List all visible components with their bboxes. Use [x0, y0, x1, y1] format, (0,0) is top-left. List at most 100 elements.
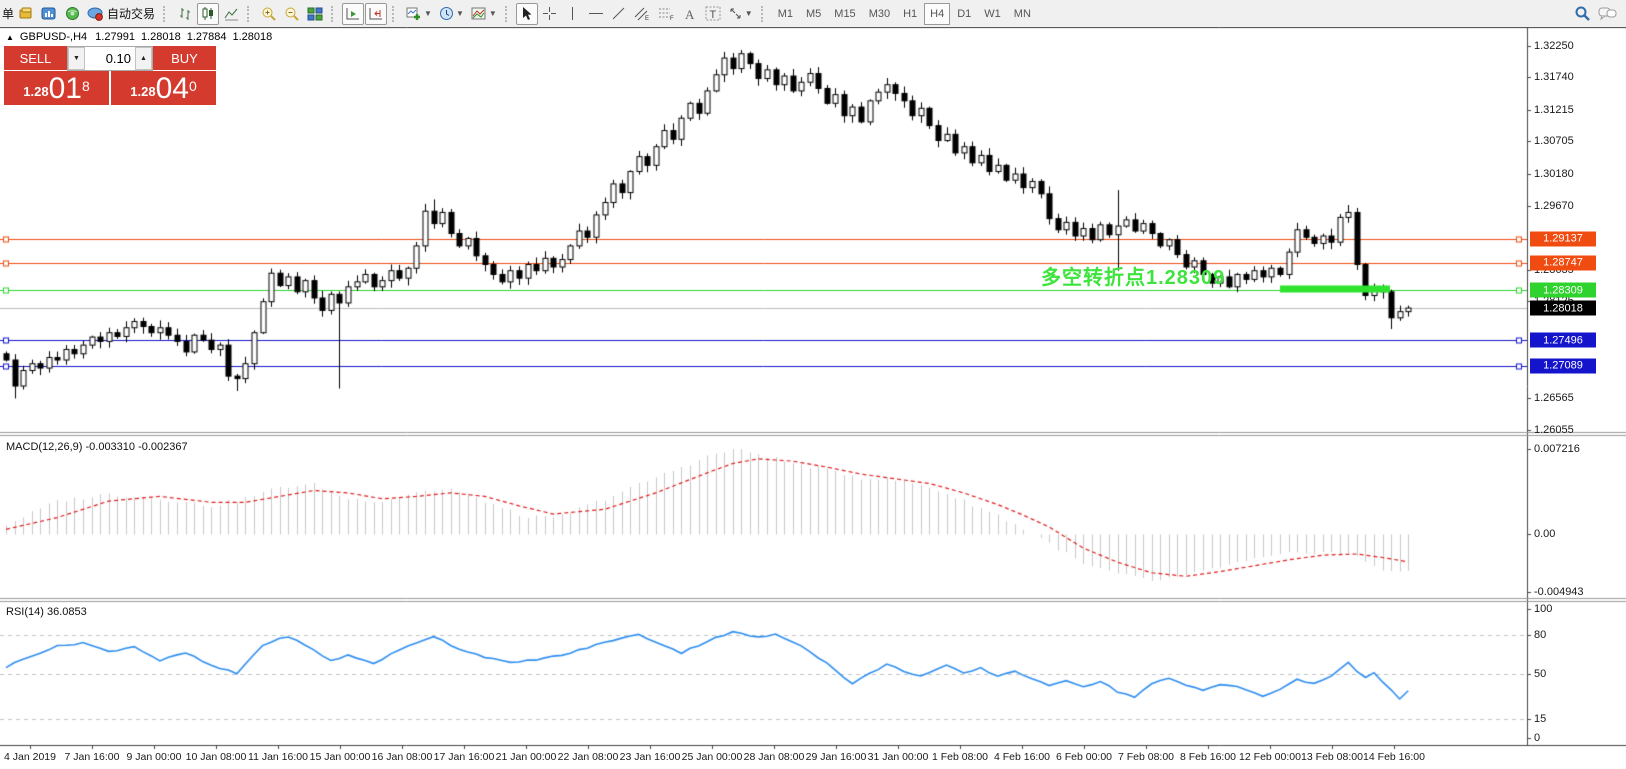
- time-axis-label: 9 Jan 00:00: [127, 751, 182, 763]
- indicators-button[interactable]: ▼: [403, 3, 435, 25]
- rsi-axis-tick: 100: [1534, 603, 1552, 615]
- price-chart-canvas[interactable]: [0, 0, 1626, 769]
- autotrading-button[interactable]: 自动交易: [84, 3, 158, 25]
- templates-button[interactable]: ▼: [468, 3, 500, 25]
- price-line-badge: 1.29137: [1530, 231, 1596, 246]
- macd-indicator-label: MACD(12,26,9) -0.003310 -0.002367: [6, 441, 188, 453]
- arrows-tool[interactable]: ▼: [725, 3, 756, 25]
- time-axis-label: 14 Feb 16:00: [1363, 751, 1425, 763]
- price-line-badge: 1.27496: [1530, 333, 1596, 348]
- timeframe-m5[interactable]: M5: [800, 3, 827, 25]
- cursor-button[interactable]: [516, 3, 538, 25]
- macd-name: MACD(12,26,9): [6, 441, 82, 453]
- dropdown-arrow-icon: ▼: [489, 9, 497, 18]
- search-button[interactable]: [1571, 3, 1594, 25]
- fibonacci-icon: F: [658, 6, 675, 21]
- buy-price-display[interactable]: 1.28 04 0: [111, 71, 216, 105]
- autotrading-label: 自动交易: [107, 5, 155, 22]
- market-watch-icon[interactable]: [61, 3, 83, 25]
- price-axis-tick: 1.31215: [1534, 104, 1574, 116]
- trendline-tool[interactable]: [608, 3, 630, 25]
- one-click-trading-panel: SELL ▼ 0.10 ▲ BUY 1.28 01 8 1.28 04 0: [4, 46, 216, 105]
- dropdown-arrow-icon: ▼: [745, 9, 753, 18]
- zoom-in-button[interactable]: [258, 3, 280, 25]
- time-axis-label: 21 Jan 00:00: [496, 751, 557, 763]
- volume-increase-button[interactable]: ▲: [135, 47, 152, 70]
- chart-shift-button[interactable]: [365, 3, 387, 25]
- sell-price-display[interactable]: 1.28 01 8: [4, 71, 109, 105]
- bar-chart-type-button[interactable]: [174, 3, 196, 25]
- price-axis-tick: 1.30705: [1534, 135, 1574, 147]
- toolbar-grip: [505, 6, 512, 22]
- rsi-indicator-label: RSI(14) 36.0853: [6, 606, 87, 618]
- crosshair-button[interactable]: [539, 3, 561, 25]
- buy-button[interactable]: BUY: [153, 46, 216, 71]
- chat-button[interactable]: [1595, 3, 1620, 25]
- quote-low: 1.27884: [187, 31, 227, 43]
- arrows-icon: [728, 6, 743, 21]
- price-axis-tick: 1.26055: [1534, 424, 1574, 436]
- chart-shift-icon: [368, 7, 384, 21]
- text-label-tool[interactable]: T: [702, 3, 724, 25]
- svg-text:E: E: [645, 16, 649, 21]
- timeframe-d1[interactable]: D1: [951, 3, 977, 25]
- timeframe-m1[interactable]: M1: [772, 3, 799, 25]
- candlestick-chart-type-button[interactable]: [197, 3, 219, 25]
- tile-windows-button[interactable]: [304, 3, 326, 25]
- trendline-icon: [611, 6, 626, 21]
- timeframe-m30[interactable]: M30: [863, 3, 896, 25]
- line-chart-type-button[interactable]: [220, 3, 242, 25]
- text-tool[interactable]: A: [679, 3, 701, 25]
- zoom-in-icon: [261, 6, 277, 22]
- chat-bubbles-icon: [1598, 6, 1617, 21]
- crosshair-icon: [542, 6, 557, 21]
- periods-button[interactable]: ▼: [436, 3, 467, 25]
- channel-icon: E: [634, 6, 651, 21]
- rsi-axis-tick: 0: [1534, 732, 1540, 744]
- dropdown-arrow-icon: ▼: [424, 9, 432, 18]
- rsi-axis-tick: 50: [1534, 668, 1546, 680]
- buy-price-prefix: 1.28: [130, 81, 155, 103]
- templates-icon: [471, 7, 487, 21]
- equidistant-channel-tool[interactable]: E: [631, 3, 654, 25]
- buy-price-pip: 0: [189, 71, 197, 101]
- chart-quote-line: ▲ GBPUSD-,H4 1.27991 1.28018 1.27884 1.2…: [6, 31, 272, 43]
- time-axis-label: 1 Feb 08:00: [932, 751, 988, 763]
- macd-signal-value: -0.002367: [138, 441, 188, 453]
- toolbar-grip: [331, 6, 338, 22]
- rsi-axis-tick: 15: [1534, 713, 1546, 725]
- sell-button[interactable]: SELL: [4, 46, 67, 71]
- buy-price-big: 04: [156, 75, 189, 103]
- clock-icon: [439, 6, 454, 21]
- chart-symbol: GBPUSD-,H4: [20, 31, 87, 43]
- timeframe-mn[interactable]: MN: [1008, 3, 1037, 25]
- volume-input[interactable]: 0.10: [85, 47, 135, 70]
- zoom-out-button[interactable]: [281, 3, 303, 25]
- timeframe-h1[interactable]: H1: [897, 3, 923, 25]
- new-order-button[interactable]: 单: [2, 5, 14, 22]
- autotrading-icon: [87, 6, 104, 21]
- time-axis-label: 12 Feb 00:00: [1239, 751, 1301, 763]
- volume-decrease-button[interactable]: ▼: [68, 47, 85, 70]
- toolbar-grip: [392, 6, 399, 22]
- ohlc-bars-icon: [178, 6, 193, 21]
- svg-text:A: A: [685, 7, 695, 21]
- pivot-annotation-text[interactable]: 多空转折点1.28309: [1041, 261, 1225, 290]
- time-axis-label: 28 Jan 08:00: [744, 751, 805, 763]
- horizontal-line-tool[interactable]: [585, 3, 607, 25]
- sell-price-prefix: 1.28: [23, 81, 48, 103]
- macd-axis-tick: 0.007216: [1534, 443, 1580, 455]
- timeframe-w1[interactable]: W1: [978, 3, 1007, 25]
- vertical-line-tool[interactable]: [562, 3, 584, 25]
- time-axis-label: 23 Jan 16:00: [620, 751, 681, 763]
- new-chart-icon[interactable]: [15, 3, 37, 25]
- fibonacci-tool[interactable]: F: [655, 3, 678, 25]
- toolbar-grip: [761, 6, 768, 22]
- profiles-icon[interactable]: [38, 3, 60, 25]
- time-axis-label: 4 Jan 2019: [4, 751, 56, 763]
- timeframe-h4[interactable]: H4: [924, 3, 950, 25]
- timeframe-m15[interactable]: M15: [828, 3, 861, 25]
- auto-scroll-button[interactable]: [342, 3, 364, 25]
- time-axis-label: 11 Jan 16:00: [248, 751, 308, 763]
- sell-price-big: 01: [49, 75, 82, 103]
